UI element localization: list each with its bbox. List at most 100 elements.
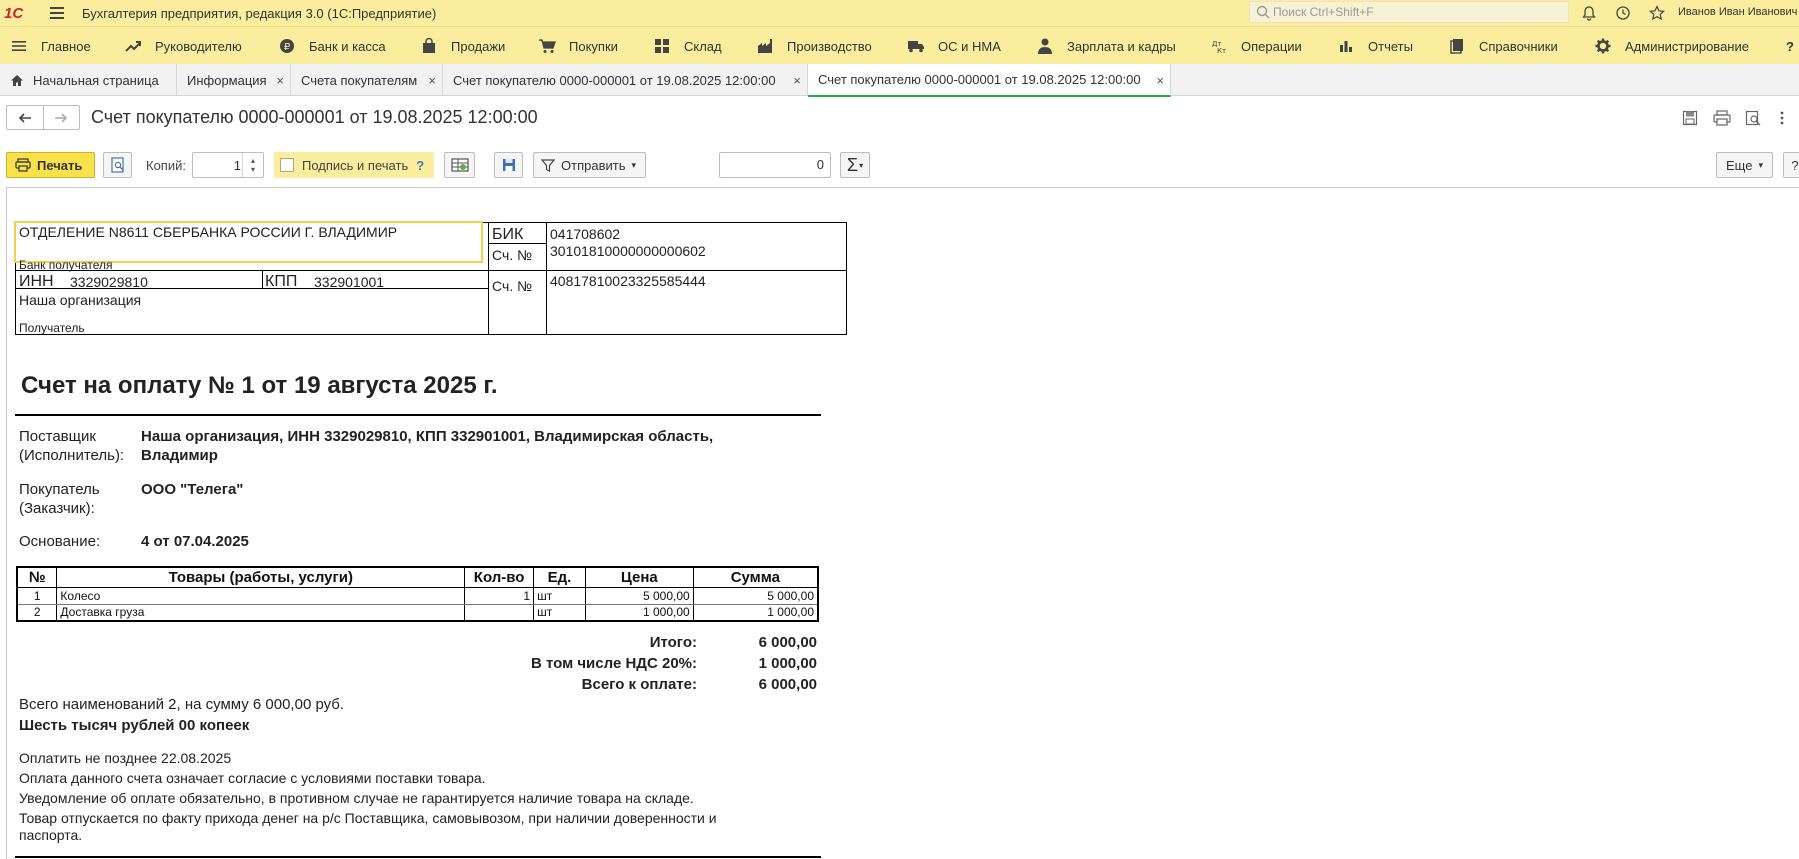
preview-icon xyxy=(110,157,124,173)
open-tabs-bar: Начальная страница Информация × Счета по… xyxy=(0,64,1799,97)
tab-invoice-form[interactable]: Счет покупателю 0000-000001 от 19.08.202… xyxy=(443,64,808,96)
chevron-down-icon: ▾ xyxy=(859,160,864,170)
col-header: Товары (работы, услуги) xyxy=(56,566,466,588)
supplier-value-2: Владимир xyxy=(141,447,218,464)
tab-label: Счета покупателям xyxy=(301,72,418,88)
tab-info[interactable]: Информация × xyxy=(177,64,291,96)
basis-value: 4 от 07.04.2025 xyxy=(141,533,249,550)
more-button[interactable]: Еще ▾ xyxy=(1716,152,1773,178)
total-value: 6 000,00 xyxy=(758,634,817,651)
recipient-caption: Получатель xyxy=(19,321,85,335)
cell-sum: 1 000,00 xyxy=(692,604,819,622)
section-label: Склад xyxy=(684,38,722,54)
print-label: Печать xyxy=(37,157,83,173)
printer-icon[interactable] xyxy=(1712,108,1732,128)
section-reports[interactable]: Отчеты xyxy=(1337,27,1413,65)
preview-button[interactable] xyxy=(103,152,132,178)
section-production[interactable]: Производство xyxy=(756,27,872,65)
star-icon[interactable] xyxy=(1647,3,1667,23)
section-assets[interactable]: ОС и НМА xyxy=(907,27,1001,65)
tab-label: Начальная страница xyxy=(33,72,159,88)
arrow-left-icon xyxy=(18,112,31,123)
person-icon xyxy=(1036,37,1054,55)
tab-customer-invoices[interactable]: Счета покупателям × xyxy=(291,64,443,96)
svg-text:₽: ₽ xyxy=(284,42,291,53)
ruble-icon: ₽ xyxy=(278,37,296,55)
section-payroll[interactable]: Зарплата и кадры xyxy=(1036,27,1176,65)
more-vertical-icon[interactable] xyxy=(1772,108,1792,128)
section-warehouse[interactable]: Склад xyxy=(653,27,722,65)
col-header: Цена xyxy=(584,566,694,588)
items-count-summary: Всего наименований 2, на сумму 6 000,00 … xyxy=(19,696,345,713)
send-button[interactable]: Отправить ▾ xyxy=(533,152,646,178)
table-row: 1 Колесо 1 шт 5 000,00 5 000,00 xyxy=(16,587,819,605)
inn-value: 3329029810 xyxy=(70,274,148,290)
section-admin[interactable]: Администрирование xyxy=(1594,27,1749,65)
section-label: ОС и НМА xyxy=(938,38,1001,54)
vat-label: В том числе НДС 20%: xyxy=(530,655,697,672)
spreadsheet-document[interactable]: ОТДЕЛЕНИЕ N8611 СБЕРБАНКА РОССИИ Г. ВЛАД… xyxy=(6,187,1799,859)
selected-sum-field[interactable]: 0 xyxy=(719,152,831,178)
cell-item: Колесо xyxy=(56,587,466,605)
help-icon[interactable]: ? xyxy=(416,158,424,173)
recipient-name: Наша организация xyxy=(19,292,142,308)
section-operations[interactable]: Дт Кт Операции xyxy=(1210,27,1302,65)
col-header: Сумма xyxy=(692,566,819,588)
help-button[interactable]: ? xyxy=(1783,152,1799,178)
bell-icon[interactable] xyxy=(1579,3,1599,23)
navigation-buttons xyxy=(6,105,80,130)
cell-unit: шт xyxy=(533,587,586,605)
section-purchases[interactable]: Покупки xyxy=(538,27,618,65)
settings-button[interactable] xyxy=(444,152,475,178)
back-button[interactable] xyxy=(7,106,44,129)
truck-icon xyxy=(907,37,925,55)
section-manager[interactable]: Руководителю xyxy=(124,27,242,65)
tab-invoice-print[interactable]: Счет покупателю 0000-000001 от 19.08.202… xyxy=(808,64,1171,97)
title-bar: 1С Бухгалтерия предприятия, редакция 3.0… xyxy=(0,0,1799,26)
close-icon[interactable]: × xyxy=(1156,73,1164,88)
section-sales[interactable]: Продажи xyxy=(420,27,505,65)
close-icon[interactable]: × xyxy=(428,73,436,88)
section-label: Главное xyxy=(41,38,91,54)
section-bank[interactable]: ₽ Банк и касса xyxy=(278,27,386,65)
tab-home[interactable]: Начальная страница xyxy=(0,64,177,96)
app-title: Бухгалтерия предприятия, редакция 3.0 (1… xyxy=(82,5,437,21)
copies-stepper[interactable]: ▴ ▾ xyxy=(242,153,263,177)
user-name[interactable]: Иванов Иван Иванович xyxy=(1678,6,1797,18)
home-icon xyxy=(11,74,23,86)
search-input[interactable]: Поиск Ctrl+Shift+F xyxy=(1249,1,1569,23)
help-icon[interactable]: ? xyxy=(1786,27,1794,65)
app-logo: 1С xyxy=(4,4,24,22)
forward-button[interactable] xyxy=(44,106,80,129)
section-main[interactable]: Главное xyxy=(10,27,91,65)
chevron-down-icon: ▾ xyxy=(1758,159,1763,170)
sum-mode-button[interactable]: Σ ▾ xyxy=(840,152,870,178)
close-icon[interactable]: × xyxy=(276,73,284,88)
sign-and-stamp-checkbox[interactable]: Подпись и печать ? xyxy=(274,152,434,178)
more-label: Еще xyxy=(1726,157,1753,173)
page-title: Счет покупателю 0000-000001 от 19.08.202… xyxy=(91,107,538,127)
section-directories[interactable]: Справочники xyxy=(1448,27,1558,65)
supplier-label-2: (Исполнитель): xyxy=(19,447,125,464)
tab-label: Информация xyxy=(187,72,267,88)
checkbox-box[interactable] xyxy=(280,158,294,172)
floppy-icon xyxy=(502,159,515,171)
save-icon[interactable] xyxy=(1680,108,1700,128)
main-menu-icon[interactable] xyxy=(50,3,70,23)
search-icon xyxy=(1256,5,1270,19)
search-placeholder: Поиск Ctrl+Shift+F xyxy=(1273,5,1374,19)
close-icon[interactable]: × xyxy=(793,73,801,88)
arrow-right-icon xyxy=(55,112,68,123)
history-icon[interactable] xyxy=(1613,3,1633,23)
table-settings-icon xyxy=(450,158,469,172)
payment-due: Оплатить не позднее 22.08.2025 xyxy=(19,750,232,766)
invoice-print-form: ОТДЕЛЕНИЕ N8611 СБЕРБАНКА РОССИИ Г. ВЛАД… xyxy=(7,188,1799,859)
save-button[interactable] xyxy=(494,152,523,178)
preview-icon[interactable] xyxy=(1743,108,1763,128)
basis-label: Основание: xyxy=(19,533,101,550)
book-icon xyxy=(1448,37,1466,55)
grid-icon xyxy=(653,37,671,55)
print-button[interactable]: Печать xyxy=(6,152,95,178)
printer-icon xyxy=(15,158,31,172)
cell-sum: 5 000,00 xyxy=(692,587,819,605)
